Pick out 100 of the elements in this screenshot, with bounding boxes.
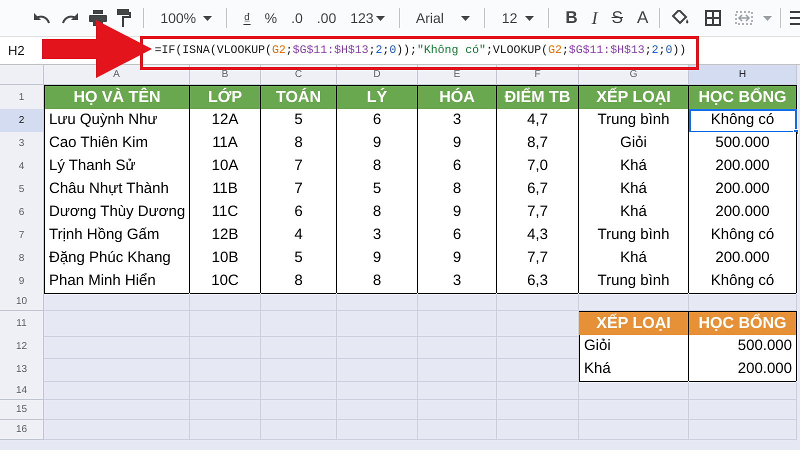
empty-cell[interactable] [337, 335, 418, 358]
empty-cell[interactable] [497, 400, 579, 420]
row-header[interactable]: 2 [0, 109, 44, 132]
empty-cell[interactable] [261, 311, 337, 337]
table-cell: Không có [689, 224, 797, 248]
fill-color-icon[interactable] [672, 10, 689, 26]
empty-cell[interactable] [190, 420, 261, 440]
row-header[interactable]: 13 [0, 358, 44, 382]
empty-cell[interactable] [689, 420, 797, 440]
row-header[interactable]: 5 [0, 178, 44, 202]
strikethrough-button[interactable]: S [604, 5, 630, 31]
table-cell: 12B [190, 224, 261, 248]
table-cell: Trung bình [579, 109, 689, 132]
table-cell: 6 [418, 224, 497, 248]
table-cell: 9 [418, 247, 497, 270]
empty-cell[interactable] [337, 311, 418, 337]
row-header[interactable]: 8 [0, 247, 44, 270]
empty-cell[interactable] [579, 420, 689, 440]
row-header[interactable]: 16 [0, 420, 44, 440]
table-cell: 9 [418, 132, 497, 156]
bold-button[interactable]: B [558, 5, 585, 31]
caret-icon[interactable] [376, 16, 385, 20]
table-cell: 200.000 [689, 358, 797, 382]
empty-cell[interactable] [190, 293, 261, 311]
empty-cell[interactable] [261, 358, 337, 382]
percent-button[interactable]: % [258, 5, 284, 31]
empty-cell[interactable] [418, 381, 497, 400]
row-header[interactable]: 15 [0, 400, 44, 420]
number-format-dropdown[interactable]: 123 [343, 5, 376, 31]
row-header[interactable]: 11 [0, 311, 44, 337]
increase-decimals-button[interactable]: .00 [310, 5, 344, 31]
empty-cell[interactable] [418, 420, 497, 440]
empty-cell[interactable] [337, 420, 418, 440]
table-cell: Không có [689, 270, 797, 294]
empty-cell[interactable] [190, 400, 261, 420]
table-cell: 5 [261, 109, 337, 132]
table-cell: 11A [190, 132, 261, 156]
table-cell: 6 [261, 201, 337, 224]
empty-cell[interactable] [337, 293, 418, 311]
empty-cell[interactable] [190, 358, 261, 382]
caret-icon[interactable] [461, 16, 470, 20]
row-header[interactable]: 9 [0, 270, 44, 294]
table-cell: 9 [337, 132, 418, 156]
currency-button[interactable]: ₫ [236, 5, 258, 31]
table-cell: 4 [261, 224, 337, 248]
italic-button[interactable]: I [584, 5, 605, 31]
empty-cell[interactable] [261, 420, 337, 440]
empty-cell[interactable] [579, 381, 689, 400]
name-box[interactable]: H2 [8, 40, 25, 60]
empty-cell[interactable] [689, 400, 797, 420]
zoom-dropdown[interactable]: 100% [153, 5, 204, 31]
empty-cell[interactable] [418, 335, 497, 358]
undo-icon[interactable] [33, 12, 51, 24]
empty-cell[interactable] [418, 358, 497, 382]
empty-cell[interactable] [689, 381, 797, 400]
paint-format-icon[interactable] [117, 9, 131, 27]
empty-cell[interactable] [190, 335, 261, 358]
caret-icon[interactable] [525, 16, 534, 20]
decrease-decimals-button[interactable]: .0 [284, 5, 310, 31]
empty-cell[interactable] [261, 335, 337, 358]
empty-cell[interactable] [418, 400, 497, 420]
row-header[interactable]: 10 [0, 293, 44, 311]
merge-cells-icon[interactable] [734, 11, 753, 25]
table-cell: Giỏi [579, 132, 689, 156]
row-header[interactable]: 14 [0, 381, 44, 400]
text-color-button[interactable]: A [630, 5, 656, 31]
row-header[interactable]: 7 [0, 224, 44, 248]
select-all-corner[interactable] [0, 65, 44, 85]
empty-cell[interactable] [261, 400, 337, 420]
table-cell: Khá [579, 247, 689, 270]
column-header[interactable]: H [689, 65, 797, 85]
formula-field[interactable]: =IF(ISNA(VLOOKUP(G2;$G$11:$H$13;2;0));"Không có";VLOOKUP(G2;$G$11:$H$13;2;0)) [154, 42, 686, 60]
empty-cell[interactable] [261, 293, 337, 311]
redo-icon[interactable] [61, 12, 79, 24]
column-heading: HÓA [418, 85, 497, 111]
empty-cell[interactable] [579, 400, 689, 420]
empty-cell[interactable] [337, 358, 418, 382]
borders-icon[interactable] [704, 10, 721, 26]
font-dropdown[interactable]: Arial [408, 5, 462, 31]
empty-cell[interactable] [337, 381, 418, 400]
empty-cell[interactable] [497, 293, 579, 311]
empty-cell[interactable] [337, 400, 418, 420]
row-header[interactable]: 3 [0, 132, 44, 156]
table-cell: 9 [418, 201, 497, 224]
empty-cell[interactable] [190, 311, 261, 337]
empty-cell[interactable] [418, 293, 497, 311]
more-icon[interactable] [790, 11, 800, 25]
empty-cell[interactable] [497, 420, 579, 440]
table-cell: 6,7 [497, 178, 579, 202]
row-header[interactable]: 6 [0, 201, 44, 224]
table-cell: 8 [418, 178, 497, 202]
empty-cell[interactable] [418, 311, 497, 337]
empty-cell[interactable] [261, 381, 337, 400]
empty-cell[interactable] [497, 381, 579, 400]
row-header[interactable]: 1 [0, 85, 44, 111]
row-header[interactable]: 12 [0, 335, 44, 358]
empty-cell[interactable] [190, 381, 261, 400]
row-header[interactable]: 4 [0, 155, 44, 178]
caret-icon[interactable] [203, 16, 212, 20]
font-size-dropdown[interactable]: 12 [494, 5, 526, 31]
